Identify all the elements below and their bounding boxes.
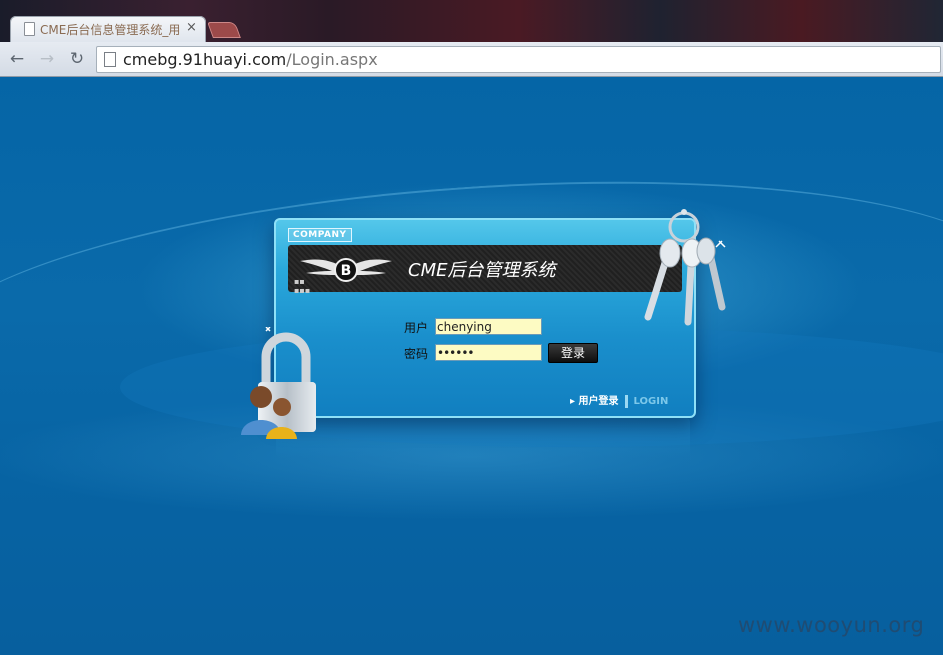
winged-b-logo-icon: B bbox=[300, 258, 392, 282]
footer-links: ▸ 用户登录 LOGIN bbox=[570, 392, 668, 408]
keys-icon bbox=[644, 209, 726, 326]
new-tab-button[interactable] bbox=[207, 22, 241, 38]
url-text: cmebg.91huayi.com/Login.aspx bbox=[123, 50, 378, 69]
tab-title: CME后台信息管理系统_用 bbox=[40, 23, 180, 37]
address-bar[interactable]: cmebg.91huayi.com/Login.aspx bbox=[96, 46, 941, 73]
tab-strip: CME后台信息管理系统_用 × bbox=[0, 0, 943, 43]
url-path: /Login.aspx bbox=[286, 50, 378, 69]
reload-button[interactable]: ↻ bbox=[66, 49, 88, 69]
user-login-link[interactable]: ▸ 用户登录 bbox=[570, 396, 619, 407]
page-icon bbox=[104, 52, 116, 67]
logo-letter: B bbox=[341, 263, 352, 279]
padlock-users-icon bbox=[241, 327, 316, 439]
password-label: 密码 bbox=[404, 347, 429, 361]
footer-separator bbox=[624, 394, 628, 408]
login-page: COMPANY B ▪▪ ▪▪▪ CME后台管理系统 用户 chenying 密码… bbox=[0, 77, 943, 655]
login-panel: COMPANY B ▪▪ ▪▪▪ CME后台管理系统 用户 chenying 密码… bbox=[274, 218, 696, 418]
forward-button[interactable]: → bbox=[36, 49, 58, 69]
back-button[interactable]: ← bbox=[6, 49, 28, 69]
company-label: COMPANY bbox=[288, 228, 352, 242]
username-label: 用户 bbox=[404, 321, 429, 335]
watermark: www.wooyun.org bbox=[738, 613, 925, 637]
title-banner: B ▪▪ ▪▪▪ CME后台管理系统 bbox=[288, 245, 682, 295]
login-button[interactable]: 登录 bbox=[548, 343, 598, 363]
panel-reflection bbox=[276, 418, 690, 458]
browser-toolbar: ← → ↻ cmebg.91huayi.com/Login.aspx bbox=[0, 42, 943, 77]
close-icon[interactable]: × bbox=[186, 20, 197, 35]
username-input[interactable]: chenying bbox=[435, 318, 542, 335]
system-title: CME后台管理系统 bbox=[408, 260, 556, 281]
password-input[interactable]: •••••• bbox=[435, 344, 542, 361]
browser-tab[interactable]: CME后台信息管理系统_用 × bbox=[10, 16, 206, 43]
dots-icon: ▪▪ ▪▪▪ bbox=[294, 277, 311, 295]
url-host: cmebg.91huayi.com bbox=[123, 50, 287, 69]
document-icon bbox=[24, 22, 35, 36]
login-en-label: LOGIN bbox=[633, 396, 669, 407]
